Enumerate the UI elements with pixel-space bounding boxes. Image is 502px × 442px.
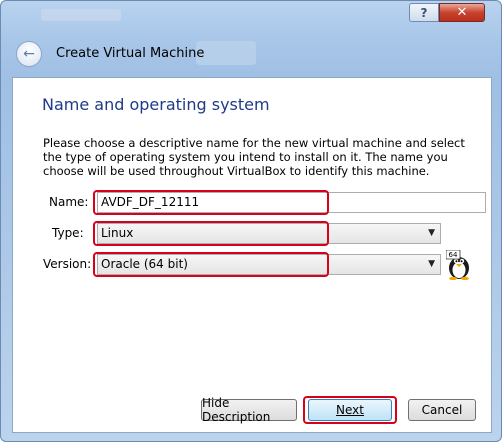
background-blur bbox=[41, 9, 121, 21]
type-label: Type: bbox=[52, 226, 84, 240]
os-bitness-badge: 64 bbox=[449, 251, 458, 259]
create-vm-dialog: ? ✕ ← Create Virtual Machine Name and op… bbox=[0, 0, 502, 442]
close-button[interactable]: ✕ bbox=[439, 3, 485, 22]
help-icon: ? bbox=[420, 5, 428, 20]
version-highlight bbox=[93, 252, 329, 277]
cancel-button[interactable]: Cancel bbox=[408, 399, 476, 421]
name-label: Name: bbox=[49, 195, 89, 209]
tux-penguin-icon: 64 bbox=[445, 249, 472, 281]
dropdown-arrow-icon: ▼ bbox=[428, 228, 435, 238]
back-arrow-icon: ← bbox=[23, 46, 35, 62]
cancel-label: Cancel bbox=[421, 403, 463, 417]
help-button[interactable]: ? bbox=[409, 3, 439, 22]
wizard-title: Create Virtual Machine bbox=[56, 46, 205, 61]
section-title: Name and operating system bbox=[42, 95, 270, 114]
name-highlight bbox=[93, 190, 329, 215]
version-label: Version: bbox=[43, 257, 92, 271]
close-icon: ✕ bbox=[456, 5, 468, 20]
next-highlight bbox=[303, 396, 397, 424]
type-highlight bbox=[93, 221, 329, 246]
dropdown-arrow-icon: ▼ bbox=[428, 259, 435, 269]
description-text: Please choose a descriptive name for the… bbox=[43, 136, 465, 178]
hide-description-label: Hide Description bbox=[202, 396, 271, 424]
wizard-page: Name and operating system Please choose … bbox=[12, 77, 492, 433]
back-button[interactable]: ← bbox=[16, 41, 42, 67]
background-blur bbox=[196, 41, 256, 65]
hide-description-button[interactable]: Hide Description bbox=[201, 396, 297, 424]
